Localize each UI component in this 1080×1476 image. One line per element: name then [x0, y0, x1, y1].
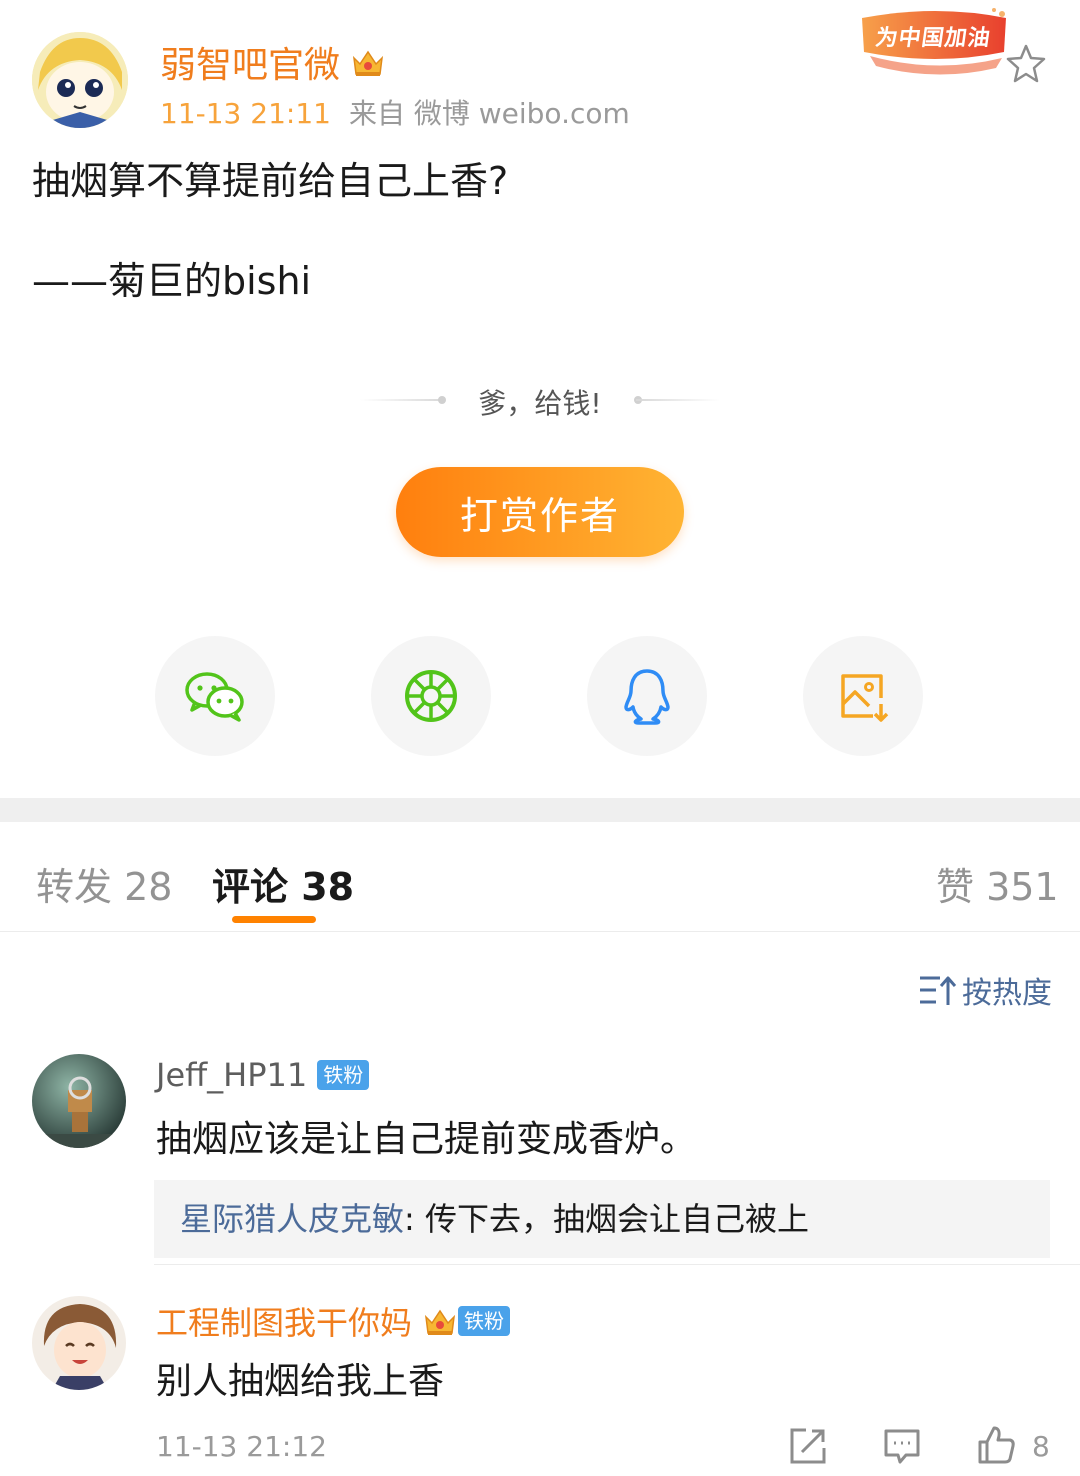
vip-crown-icon — [353, 50, 384, 76]
fan-badge: 铁粉 — [317, 1060, 370, 1090]
sort-label: 按热度 — [962, 976, 1052, 1011]
post-content: 抽烟算不算提前给自己上香? ——菊巨的bishi — [32, 156, 1042, 356]
save-image-icon — [841, 674, 889, 722]
author-avatar[interactable] — [32, 32, 128, 128]
sort-toggle[interactable]: 按热度 — [918, 968, 1052, 1012]
comment-separator — [154, 1264, 1080, 1265]
author-name[interactable]: 弱智吧官微 — [160, 36, 386, 88]
share-row — [0, 636, 1080, 758]
wechat-icon — [185, 672, 244, 722]
post-line-2: ——菊巨的bishi — [32, 259, 312, 303]
commenter-name[interactable]: Jeff_HP11 铁粉 — [156, 1056, 370, 1094]
active-tab-indicator — [232, 916, 316, 923]
commenter-name-text[interactable]: 工程制图我干你妈 — [156, 1298, 412, 1344]
commenter-name[interactable]: 工程制图我干你妈 铁粉 — [156, 1298, 511, 1344]
moments-icon — [405, 670, 457, 722]
post-time: 11-13 21:11 — [160, 97, 331, 130]
slogan-divider-right — [636, 399, 720, 401]
tab-reposts[interactable]: 转发 28 — [36, 856, 172, 911]
commenter-name-text[interactable]: Jeff_HP11 — [156, 1056, 307, 1094]
commenter-avatar[interactable] — [32, 1054, 126, 1148]
reward-author-button[interactable]: 打赏作者 — [396, 467, 684, 557]
reply-user[interactable]: 星际猎人皮克敏 — [180, 1200, 404, 1238]
interaction-tabs: 转发 28 评论 38 赞 351 — [0, 822, 1080, 932]
commenter-avatar[interactable] — [32, 1296, 126, 1390]
post-meta: 11-13 21:11 来自 微博 weibo.com — [160, 92, 630, 132]
promo-badge-text: 为中国加油 — [873, 26, 993, 51]
tab-likes[interactable]: 赞 351 — [936, 856, 1059, 911]
vip-crown-icon — [425, 1309, 456, 1335]
qq-icon — [624, 669, 670, 725]
post-header: 弱智吧官微 11-13 21:11 来自 微博 weibo.com 为中国加油 — [0, 0, 1080, 140]
like-thumb-icon[interactable] — [976, 1424, 1016, 1464]
favorite-star-icon[interactable] — [1004, 42, 1048, 86]
vip-fan-badge: 铁粉 — [422, 1303, 511, 1339]
post-line-1: 抽烟算不算提前给自己上香? — [32, 159, 509, 203]
post-source: 来自 微博 weibo.com — [348, 97, 630, 130]
sort-icon — [920, 976, 957, 1005]
comment-text: 别人抽烟给我上香 — [156, 1361, 445, 1402]
fan-badge: 铁粉 — [458, 1306, 511, 1336]
share-moments-button[interactable] — [371, 636, 491, 756]
repost-icon[interactable] — [788, 1426, 828, 1466]
reply-preview[interactable]: 星际猎人皮克敏: 传下去，抽烟会让自己被上 — [154, 1180, 1050, 1258]
tab-comments[interactable]: 评论 38 — [212, 856, 354, 911]
comment-like-count: 8 — [1032, 1430, 1050, 1463]
section-divider — [0, 798, 1080, 822]
share-wechat-button[interactable] — [155, 636, 275, 756]
author-name-text[interactable]: 弱智吧官微 — [160, 36, 340, 88]
comment-text: 抽烟应该是让自己提前变成香炉。 — [156, 1119, 697, 1160]
share-qq-button[interactable] — [587, 636, 707, 756]
comment-time: 11-13 21:12 — [156, 1430, 327, 1463]
reply-text: : 传下去，抽烟会让自己被上 — [404, 1200, 809, 1238]
share-save-image-button[interactable] — [803, 636, 923, 756]
comment-icon[interactable] — [882, 1426, 922, 1466]
reward-slogan: 爹，给钱! — [478, 387, 602, 420]
